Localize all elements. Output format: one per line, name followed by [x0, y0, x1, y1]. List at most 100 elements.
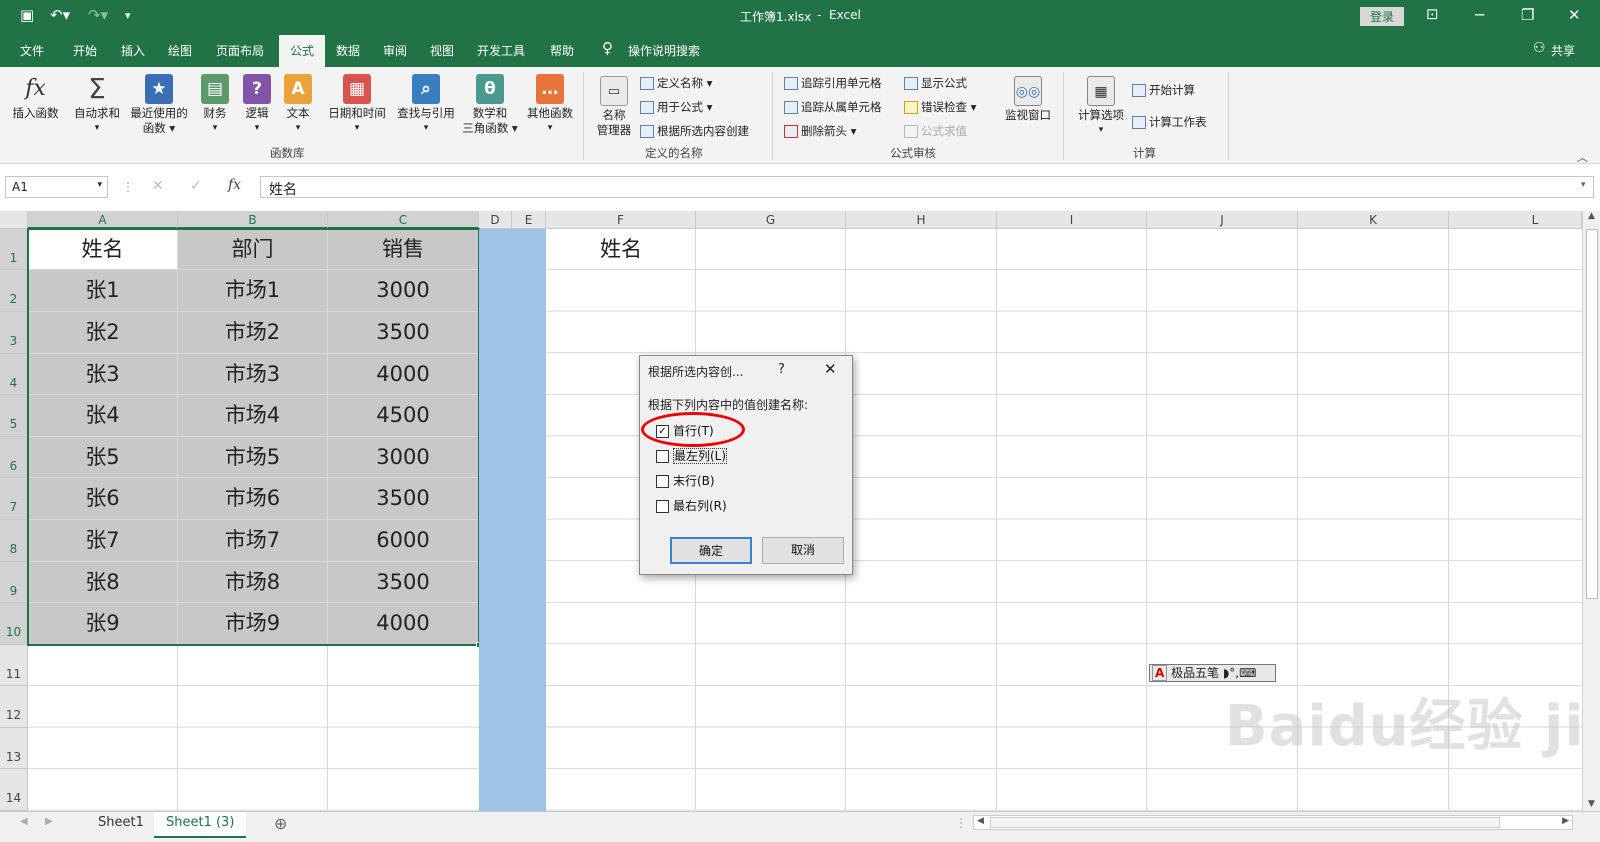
minimize-icon[interactable]: ─ [1475, 6, 1484, 24]
sheet-tab[interactable]: Sheet1 [86, 812, 156, 838]
trace-precedents-button[interactable]: 追踪引用单元格 [784, 75, 882, 91]
add-sheet-icon[interactable]: ⊕ [274, 814, 287, 833]
name-manager-button[interactable]: ▭ 名称 管理器 [590, 76, 638, 138]
row-header[interactable]: 2 [0, 270, 28, 312]
tab-formulas[interactable]: 公式 [279, 35, 326, 67]
logical-button[interactable]: ? 逻辑 ▾ [240, 74, 274, 136]
close-window-icon[interactable]: ✕ [1568, 6, 1581, 24]
row-header[interactable]: 8 [0, 520, 28, 562]
calculate-now-button[interactable]: 开始计算 [1132, 82, 1195, 98]
tab-review[interactable]: 审阅 [383, 42, 407, 59]
tab-data[interactable]: 数据 [336, 42, 360, 59]
restore-icon[interactable]: ❐ [1521, 6, 1534, 24]
row-header[interactable]: 5 [0, 395, 28, 437]
column-header-k[interactable]: K [1298, 211, 1449, 229]
remove-arrows-button[interactable]: 删除箭头 ▾ [784, 123, 856, 139]
scroll-left-icon[interactable]: ◀ [977, 816, 984, 826]
column-header-l[interactable]: L [1449, 211, 1582, 229]
more-functions-button[interactable]: … 其他函数 ▾ [522, 74, 578, 136]
date-time-button[interactable]: ▦ 日期和时间 ▾ [322, 74, 392, 136]
right-column-checkbox[interactable]: 最右列(R) [656, 497, 727, 514]
financial-button[interactable]: ▤ 财务 ▾ [198, 74, 232, 136]
tab-split-grip[interactable]: ⋮ [955, 816, 967, 830]
row-header[interactable]: 12 [0, 686, 28, 728]
cancel-button[interactable]: 取消 [762, 537, 844, 564]
bottom-row-checkbox[interactable]: 末行(B) [656, 472, 715, 489]
left-column-checkbox[interactable]: 最左列(L) [656, 447, 728, 464]
cell-f1[interactable]: 姓名 [546, 229, 696, 270]
redo-icon[interactable]: ↷▾ [88, 6, 108, 24]
column-header-f[interactable]: F [546, 211, 696, 229]
lookup-reference-button[interactable]: ⌕ 查找与引用 ▾ [392, 74, 460, 136]
tab-insert[interactable]: 插入 [121, 42, 145, 59]
scroll-right-icon[interactable]: ▶ [1562, 816, 1569, 826]
row-header[interactable]: 7 [0, 478, 28, 520]
row-header[interactable]: 4 [0, 354, 28, 395]
ribbon-display-icon[interactable]: ⊡ [1426, 5, 1439, 23]
recently-used-button[interactable]: ★ 最近使用的 函数 ▾ [126, 74, 192, 136]
trace-dependents-button[interactable]: 追踪从属单元格 [784, 99, 882, 115]
row-header[interactable]: 1 [0, 229, 28, 270]
watch-window-button[interactable]: ◎◎ 监视窗口 [1000, 76, 1056, 123]
scroll-down-icon[interactable]: ▼ [1583, 799, 1600, 809]
cancel-icon[interactable]: ✕ [152, 178, 164, 194]
tab-home[interactable]: 开始 [73, 42, 97, 59]
column-header-h[interactable]: H [846, 211, 997, 229]
insert-function-icon[interactable]: fx [228, 177, 241, 193]
sheet-tab-active[interactable]: Sheet1 (3) [154, 812, 247, 838]
row-header[interactable]: 11 [0, 645, 28, 686]
scroll-up-icon[interactable]: ▲ [1583, 211, 1600, 221]
tab-draw[interactable]: 绘图 [168, 42, 192, 59]
tab-page-layout[interactable]: 页面布局 [216, 42, 264, 59]
formula-input[interactable]: 姓名 [260, 176, 1594, 198]
next-sheet-icon[interactable]: ▶ [45, 816, 53, 827]
create-from-selection-button[interactable]: 根据所选内容创建 [640, 123, 749, 139]
row-header[interactable]: 13 [0, 728, 28, 769]
column-header-c[interactable]: C [328, 211, 479, 229]
enter-icon[interactable]: ✓ [190, 178, 202, 194]
row-header[interactable]: 9 [0, 562, 28, 603]
help-button[interactable]: ? [778, 362, 785, 377]
horizontal-scroll-thumb[interactable] [990, 817, 1500, 828]
calculate-sheet-button[interactable]: 计算工作表 [1132, 114, 1207, 130]
tab-developer[interactable]: 开发工具 [477, 42, 525, 59]
save-icon[interactable]: ▣ [20, 6, 34, 24]
row-header[interactable]: 10 [0, 603, 28, 645]
math-trig-button[interactable]: θ 数学和 三角函数 ▾ [462, 74, 518, 136]
horizontal-scrollbar[interactable]: ◀ ▶ [973, 815, 1573, 830]
autosum-button[interactable]: Σ 自动求和 ▾ [72, 74, 122, 136]
customize-qat-icon[interactable]: ▾ [125, 9, 131, 22]
show-formulas-button[interactable]: 显示公式 [904, 75, 967, 91]
column-header-i[interactable]: I [997, 211, 1147, 229]
row-header[interactable]: 14 [0, 769, 28, 811]
collapse-ribbon-icon[interactable]: ︿ [1577, 149, 1588, 165]
ime-toolbar[interactable]: A 极品五笔 ◗°,⌨ [1149, 664, 1276, 682]
text-button[interactable]: A 文本 ▾ [281, 74, 315, 136]
row-header[interactable]: 3 [0, 312, 28, 354]
scroll-thumb[interactable] [1586, 229, 1598, 599]
tab-help[interactable]: 帮助 [550, 42, 574, 59]
column-header-e[interactable]: E [512, 211, 546, 229]
close-icon[interactable]: ✕ [824, 360, 837, 378]
column-header-d[interactable]: D [479, 211, 512, 229]
name-box[interactable]: A1 ▾ [5, 176, 108, 198]
use-in-formula-button[interactable]: 用于公式 ▾ [640, 99, 712, 115]
expand-formula-icon[interactable]: ▾ [1581, 180, 1586, 190]
login-button[interactable]: 登录 [1360, 7, 1405, 26]
evaluate-formula-button[interactable]: 公式求值 [904, 123, 967, 139]
column-header-g[interactable]: G [696, 211, 846, 229]
insert-function-button[interactable]: fx 插入函数 [8, 74, 63, 121]
prev-sheet-icon[interactable]: ◀ [20, 816, 28, 827]
column-header-b[interactable]: B [178, 211, 328, 229]
vertical-scrollbar[interactable]: ▲ ▼ [1582, 211, 1600, 811]
error-checking-button[interactable]: 错误检查 ▾ [904, 99, 976, 115]
tab-file[interactable]: 文件 [20, 42, 44, 59]
undo-icon[interactable]: ↶▾ [50, 6, 70, 24]
share-button[interactable]: 共享 [1551, 42, 1575, 59]
column-header-j[interactable]: J [1147, 211, 1298, 229]
define-name-button[interactable]: 定义名称 ▾ [640, 75, 712, 91]
ok-button[interactable]: 确定 [670, 537, 752, 564]
tab-view[interactable]: 视图 [430, 42, 454, 59]
select-all-corner[interactable] [0, 211, 28, 229]
column-header-a[interactable]: A [28, 211, 178, 229]
